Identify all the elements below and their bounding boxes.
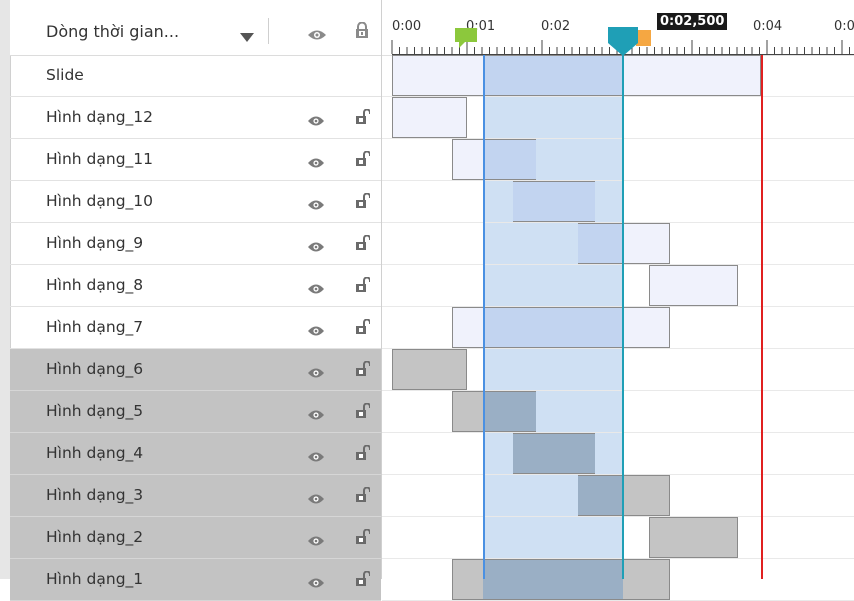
- eye-icon[interactable]: [307, 532, 325, 551]
- layer-row[interactable]: Hình dạng_1: [10, 559, 381, 601]
- timeline-area[interactable]: 0:00 0:01 0:02 0:04 0:0 0:02,500: [381, 0, 854, 601]
- unlock-icon[interactable]: [356, 108, 371, 129]
- bar-range-overlap: [578, 224, 623, 263]
- unlock-icon[interactable]: [356, 234, 371, 255]
- layer-row[interactable]: Hình dạng_7: [10, 307, 381, 349]
- unlock-icon[interactable]: [356, 192, 371, 213]
- unlock-icon[interactable]: [356, 444, 371, 465]
- playhead-icon[interactable]: [608, 27, 638, 56]
- layer-label: Hình dạng_2: [46, 528, 144, 546]
- dropdown-arrow-icon[interactable]: [240, 27, 254, 46]
- animation-bar[interactable]: [578, 223, 670, 264]
- layer-row[interactable]: Hình dạng_2: [10, 517, 381, 559]
- timeline-panel: Dòng thời gian... Slide Hình dạng_12 Hình …: [0, 0, 854, 601]
- layer-label: Hình dạng_3: [46, 486, 144, 504]
- layer-label: Hình dạng_7: [46, 318, 144, 336]
- animation-bar[interactable]: [452, 139, 536, 180]
- layer-label: Slide: [46, 66, 84, 84]
- range-start-line[interactable]: [483, 55, 485, 579]
- unlock-icon[interactable]: [356, 570, 371, 591]
- unlock-icon[interactable]: [356, 402, 371, 423]
- end-line[interactable]: [761, 55, 763, 579]
- unlock-icon[interactable]: [356, 528, 371, 549]
- layer-row[interactable]: Hình dạng_6: [10, 349, 381, 391]
- eye-icon[interactable]: [307, 154, 325, 173]
- animation-bar[interactable]: [392, 55, 761, 96]
- animation-bar[interactable]: [513, 181, 595, 222]
- start-marker-icon[interactable]: [455, 28, 477, 48]
- bar-range-overlap: [483, 56, 623, 95]
- animation-bar[interactable]: [578, 475, 670, 516]
- eye-icon[interactable]: [307, 238, 325, 257]
- timeline-row[interactable]: [382, 433, 854, 475]
- unlock-icon[interactable]: [356, 486, 371, 507]
- eye-icon[interactable]: [307, 364, 325, 383]
- lock-icon[interactable]: [355, 21, 369, 42]
- playhead-line[interactable]: [622, 55, 624, 579]
- timeline-row[interactable]: [382, 517, 854, 559]
- unlock-icon[interactable]: [356, 150, 371, 171]
- animation-bar[interactable]: [513, 433, 595, 474]
- unlock-icon[interactable]: [356, 318, 371, 339]
- eye-icon[interactable]: [307, 280, 325, 299]
- eye-icon[interactable]: [307, 448, 325, 467]
- layer-row[interactable]: Hình dạng_3: [10, 475, 381, 517]
- eye-icon[interactable]: [307, 112, 325, 131]
- animation-bar[interactable]: [392, 349, 467, 390]
- tick-label: 0:0: [834, 19, 854, 34]
- layer-row[interactable]: Hình dạng_9: [10, 223, 381, 265]
- layer-label: Hình dạng_8: [46, 276, 144, 294]
- timeline-row[interactable]: [382, 181, 854, 223]
- unlock-icon[interactable]: [356, 360, 371, 381]
- eye-icon[interactable]: [307, 490, 325, 509]
- tick-label: 0:04: [753, 19, 783, 34]
- layer-row[interactable]: Hình dạng_11: [10, 139, 381, 181]
- layer-row-slide[interactable]: Slide: [10, 55, 381, 97]
- unlock-icon[interactable]: [356, 276, 371, 297]
- eye-icon[interactable]: [307, 322, 325, 341]
- layer-row[interactable]: Hình dạng_5: [10, 391, 381, 433]
- layer-label: Hình dạng_1: [46, 570, 144, 588]
- layer-list: Dòng thời gian... Slide Hình dạng_12 Hình …: [10, 0, 381, 601]
- eye-icon[interactable]: [307, 26, 327, 45]
- eye-icon[interactable]: [307, 196, 325, 215]
- layer-label: Hình dạng_9: [46, 234, 144, 252]
- tick-label: 0:02: [541, 19, 571, 34]
- layer-label: Hình dạng_6: [46, 360, 144, 378]
- animation-bar[interactable]: [649, 517, 738, 558]
- animation-bar[interactable]: [392, 97, 467, 138]
- eye-icon[interactable]: [307, 574, 325, 593]
- layer-label: Hình dạng_5: [46, 402, 144, 420]
- bar-range-overlap: [483, 392, 536, 431]
- layer-label: Hình dạng_10: [46, 192, 154, 210]
- end-marker-icon[interactable]: [636, 30, 651, 46]
- layer-row[interactable]: Hình dạng_4: [10, 433, 381, 475]
- bar-range-overlap: [578, 476, 623, 515]
- layer-list-header: Dòng thời gian...: [10, 0, 381, 56]
- layer-row[interactable]: Hình dạng_8: [10, 265, 381, 307]
- header-divider: [268, 18, 269, 44]
- bar-range-overlap: [483, 308, 623, 347]
- layer-label: Hình dạng_11: [46, 150, 154, 168]
- bar-range-overlap: [513, 434, 595, 473]
- layer-row[interactable]: Hình dạng_10: [10, 181, 381, 223]
- bar-range-overlap: [483, 560, 623, 599]
- eye-icon[interactable]: [307, 406, 325, 425]
- layer-label: Hình dạng_4: [46, 444, 144, 462]
- timeline-dropdown-label[interactable]: Dòng thời gian...: [46, 22, 179, 41]
- layer-label: Hình dạng_12: [46, 108, 154, 126]
- current-time-tooltip: 0:02,500: [657, 13, 728, 30]
- bar-range-overlap: [513, 182, 595, 221]
- animation-bar[interactable]: [452, 391, 536, 432]
- layer-row[interactable]: Hình dạng_12: [10, 97, 381, 139]
- time-ruler[interactable]: 0:00 0:01 0:02 0:04 0:0 0:02,500: [382, 0, 854, 56]
- timeline-row[interactable]: [382, 265, 854, 307]
- animation-bar[interactable]: [649, 265, 738, 306]
- bar-range-overlap: [483, 140, 536, 179]
- tick-label: 0:00: [392, 19, 422, 34]
